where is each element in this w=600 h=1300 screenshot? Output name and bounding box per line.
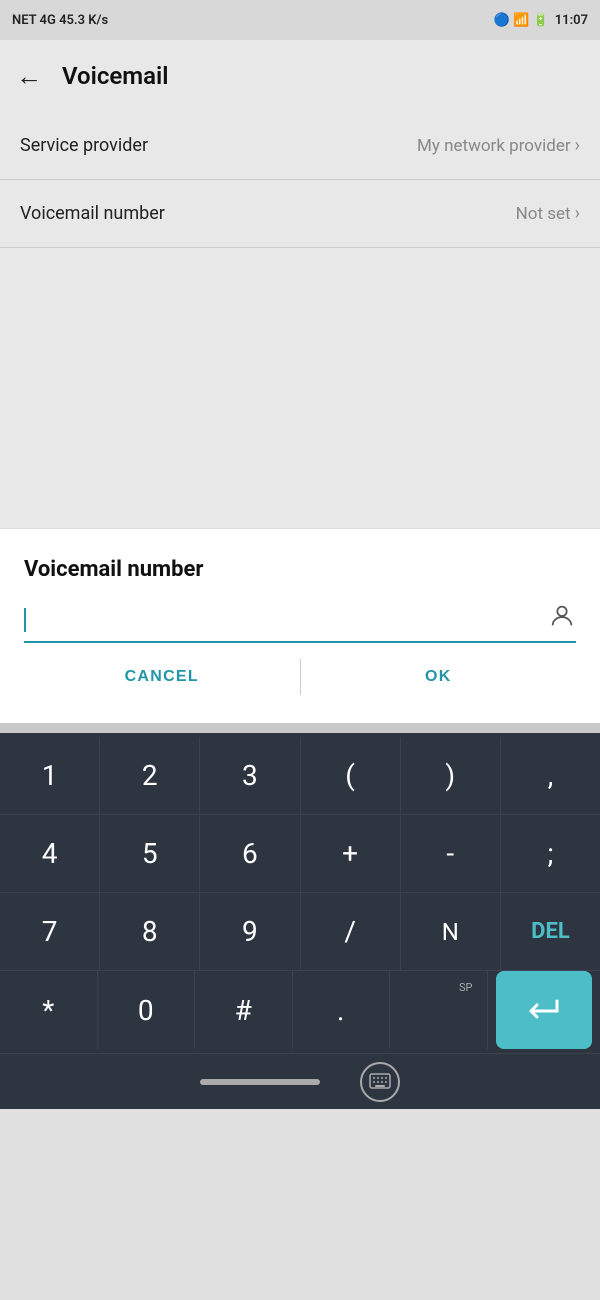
settings-list: Service provider My network provider › V…: [0, 112, 600, 248]
service-provider-value: My network provider ›: [417, 135, 580, 156]
key-7[interactable]: 7: [0, 893, 100, 971]
key-sp[interactable]: SP: [390, 971, 488, 1049]
key-plus[interactable]: +: [301, 815, 401, 893]
page-title: Voicemail: [62, 62, 169, 90]
phone-keyboard: 1 2 3 ( ) , 4 5 6 + - ; 7 8 9 / N DEL * …: [0, 733, 600, 1053]
status-icons: 🔵 📶 🔋: [494, 13, 549, 28]
voicemail-number-value: Not set ›: [516, 203, 580, 224]
key-4[interactable]: 4: [0, 815, 100, 893]
voicemail-number-input[interactable]: [34, 608, 540, 631]
voicemail-number-chevron-icon: ›: [575, 203, 580, 224]
text-cursor: [24, 608, 26, 632]
keyboard-row-2: 4 5 6 + - ;: [0, 815, 600, 893]
key-2[interactable]: 2: [100, 737, 200, 815]
service-provider-chevron-icon: ›: [575, 135, 580, 156]
back-button[interactable]: ←: [16, 61, 42, 92]
network-info: NET 4G 45.3 K/s: [12, 13, 108, 28]
cancel-button[interactable]: CANCEL: [24, 651, 300, 703]
key-open-paren[interactable]: (: [301, 737, 401, 815]
empty-space: [0, 248, 600, 528]
status-left: NET 4G 45.3 K/s: [12, 13, 108, 28]
key-enter[interactable]: [496, 971, 593, 1049]
key-9[interactable]: 9: [200, 893, 300, 971]
key-close-paren[interactable]: ): [401, 737, 501, 815]
key-star[interactable]: *: [0, 971, 98, 1049]
dialog-title: Voicemail number: [24, 557, 576, 582]
keyboard-row-3: 7 8 9 / N DEL: [0, 893, 600, 971]
service-provider-label: Service provider: [20, 135, 148, 156]
key-hash[interactable]: #: [195, 971, 293, 1049]
keyboard-row-4: * 0 # . SP: [0, 971, 600, 1049]
key-1[interactable]: 1: [0, 737, 100, 815]
key-0[interactable]: 0: [98, 971, 196, 1049]
key-dot[interactable]: .: [293, 971, 391, 1049]
key-8[interactable]: 8: [100, 893, 200, 971]
key-slash[interactable]: /: [301, 893, 401, 971]
voicemail-number-item[interactable]: Voicemail number Not set ›: [0, 180, 600, 248]
clock: 11:07: [555, 13, 588, 28]
home-pill[interactable]: [200, 1079, 320, 1085]
voicemail-number-text: Not set: [516, 204, 571, 224]
dialog-buttons: CANCEL OK: [24, 651, 576, 703]
keyboard-separator: [0, 723, 600, 733]
status-bar: NET 4G 45.3 K/s 🔵 📶 🔋 11:07: [0, 0, 600, 40]
key-minus[interactable]: -: [401, 815, 501, 893]
service-provider-text: My network provider: [417, 136, 571, 156]
contact-icon[interactable]: [548, 602, 576, 637]
keyboard-row-1: 1 2 3 ( ) ,: [0, 737, 600, 815]
key-semicolon[interactable]: ;: [501, 815, 600, 893]
header: ← Voicemail: [0, 40, 600, 112]
status-right: 🔵 📶 🔋 11:07: [494, 13, 588, 28]
voicemail-number-label: Voicemail number: [20, 203, 165, 224]
ok-button[interactable]: OK: [301, 651, 577, 703]
key-delete[interactable]: DEL: [501, 893, 600, 971]
phone-input-row: [24, 602, 576, 643]
key-5[interactable]: 5: [100, 815, 200, 893]
keyboard-button[interactable]: [360, 1062, 400, 1102]
service-provider-item[interactable]: Service provider My network provider ›: [0, 112, 600, 180]
key-6[interactable]: 6: [200, 815, 300, 893]
key-3[interactable]: 3: [200, 737, 300, 815]
nav-bar: [0, 1053, 600, 1109]
key-comma[interactable]: ,: [501, 737, 600, 815]
key-n[interactable]: N: [401, 893, 501, 971]
voicemail-number-dialog: Voicemail number CANCEL OK: [0, 528, 600, 723]
